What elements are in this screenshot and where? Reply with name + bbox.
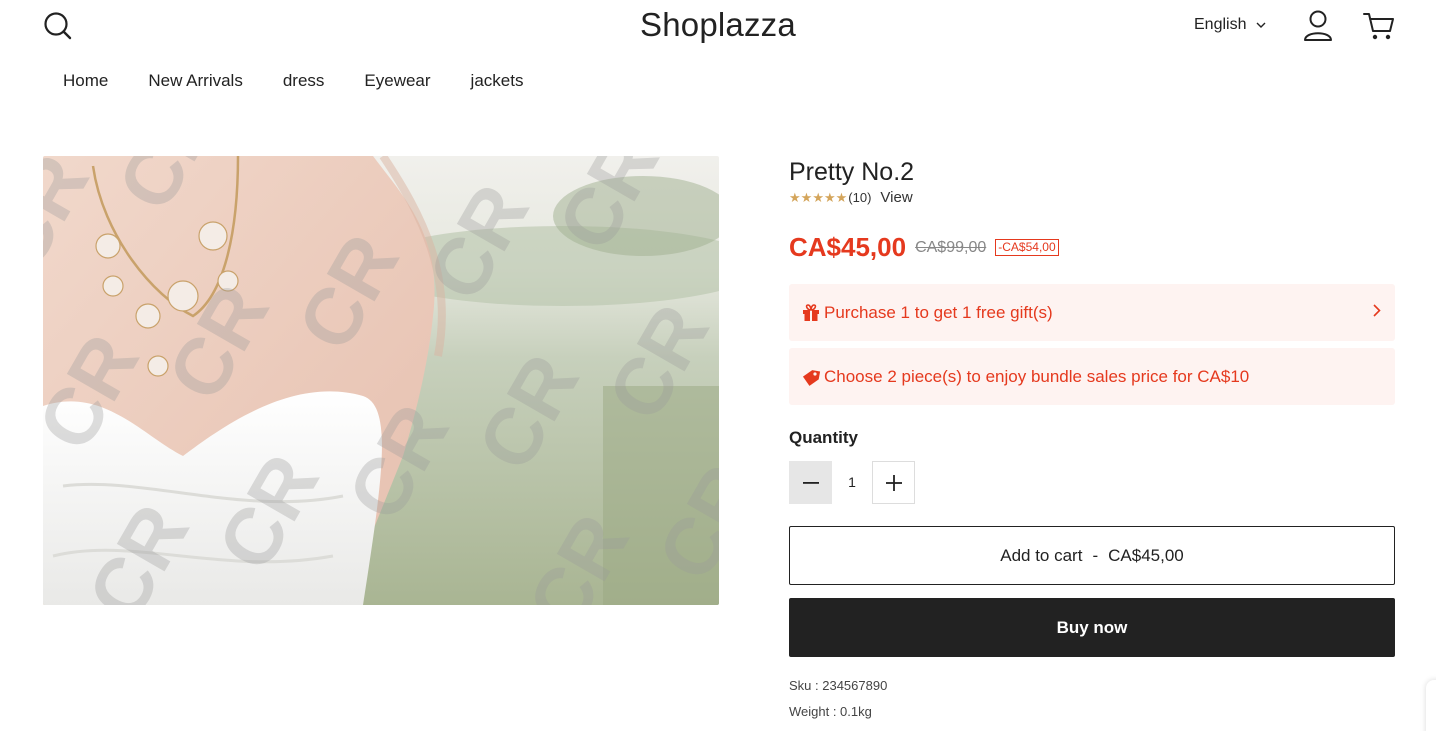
add-to-cart-label: Add to cart: [1000, 545, 1083, 565]
gift-promotion[interactable]: Purchase 1 to get 1 free gift(s): [789, 284, 1395, 341]
chevron-down-icon: [1256, 22, 1266, 28]
side-widget[interactable]: [1426, 680, 1436, 731]
chevron-right-icon: [1373, 304, 1381, 317]
price-row: CA$45,00 CA$99,00 -CA$54,00: [789, 232, 1059, 263]
main-nav: Home New Arrivals dress Eyewear jackets: [63, 71, 523, 91]
quantity-input[interactable]: 1: [832, 461, 872, 504]
cart-icon: [1363, 13, 1394, 40]
tag-icon: [802, 369, 821, 386]
compare-price: CA$99,00: [915, 238, 987, 256]
product-photo: CR CR CR CR CR CR CR CR CR CR CR CR CR C…: [43, 156, 719, 605]
add-to-cart-button[interactable]: Add to cart - CA$45,00: [789, 526, 1395, 585]
star-icon: ★: [812, 189, 824, 205]
language-label: English: [1194, 16, 1247, 33]
quantity-label: Quantity: [789, 428, 858, 447]
minus-icon: [802, 481, 819, 484]
user-icon: [1304, 10, 1332, 41]
account-button[interactable]: [1302, 9, 1334, 43]
star-icon: ★: [800, 189, 813, 205]
product-weight: Weight : 0.1kg: [789, 704, 872, 719]
bundle-promotion[interactable]: Choose 2 piece(s) to enjoy bundle sales …: [789, 348, 1395, 405]
star-icon: ★: [823, 189, 836, 205]
nav-item-home[interactable]: Home: [63, 71, 108, 91]
buy-now-button[interactable]: Buy now: [789, 598, 1395, 657]
quantity-increase-button[interactable]: [872, 461, 915, 504]
product-rating: ★ ★ ★ ★ ★ (10) View: [789, 189, 913, 206]
gift-promotion-text: Purchase 1 to get 1 free gift(s): [824, 302, 1053, 322]
language-selector[interactable]: English: [1194, 16, 1266, 34]
nav-item-eyewear[interactable]: Eyewear: [364, 71, 430, 91]
search-button[interactable]: [42, 10, 74, 42]
add-to-cart-price: CA$45,00: [1108, 545, 1184, 565]
nav-item-new-arrivals[interactable]: New Arrivals: [148, 71, 242, 91]
product-image[interactable]: CR CR CR CR CR CR CR CR CR CR CR CR CR C…: [43, 156, 719, 605]
nav-item-jackets[interactable]: jackets: [471, 71, 524, 91]
product-title: Pretty No.2: [789, 158, 915, 186]
cart-button[interactable]: [1362, 10, 1396, 42]
rating-count: (10): [848, 190, 872, 205]
search-icon: [44, 12, 72, 40]
rating-stars: ★ ★ ★ ★ ★: [789, 190, 847, 206]
nav-item-dress[interactable]: dress: [283, 71, 325, 91]
add-to-cart-separator: -: [1092, 545, 1099, 565]
star-icon: ★: [789, 189, 801, 205]
discount-badge: -CA$54,00: [995, 239, 1059, 256]
gift-icon: [803, 303, 819, 321]
star-icon: ★: [835, 189, 848, 205]
site-logo[interactable]: Shoplazza: [640, 6, 796, 43]
bundle-promotion-text: Choose 2 piece(s) to enjoy bundle sales …: [824, 366, 1250, 386]
rating-view-link[interactable]: View: [880, 189, 912, 206]
plus-icon: [885, 474, 902, 491]
quantity-decrease-button[interactable]: [789, 461, 832, 504]
sale-price: CA$45,00: [789, 232, 907, 262]
product-sku: Sku : 234567890: [789, 678, 888, 693]
